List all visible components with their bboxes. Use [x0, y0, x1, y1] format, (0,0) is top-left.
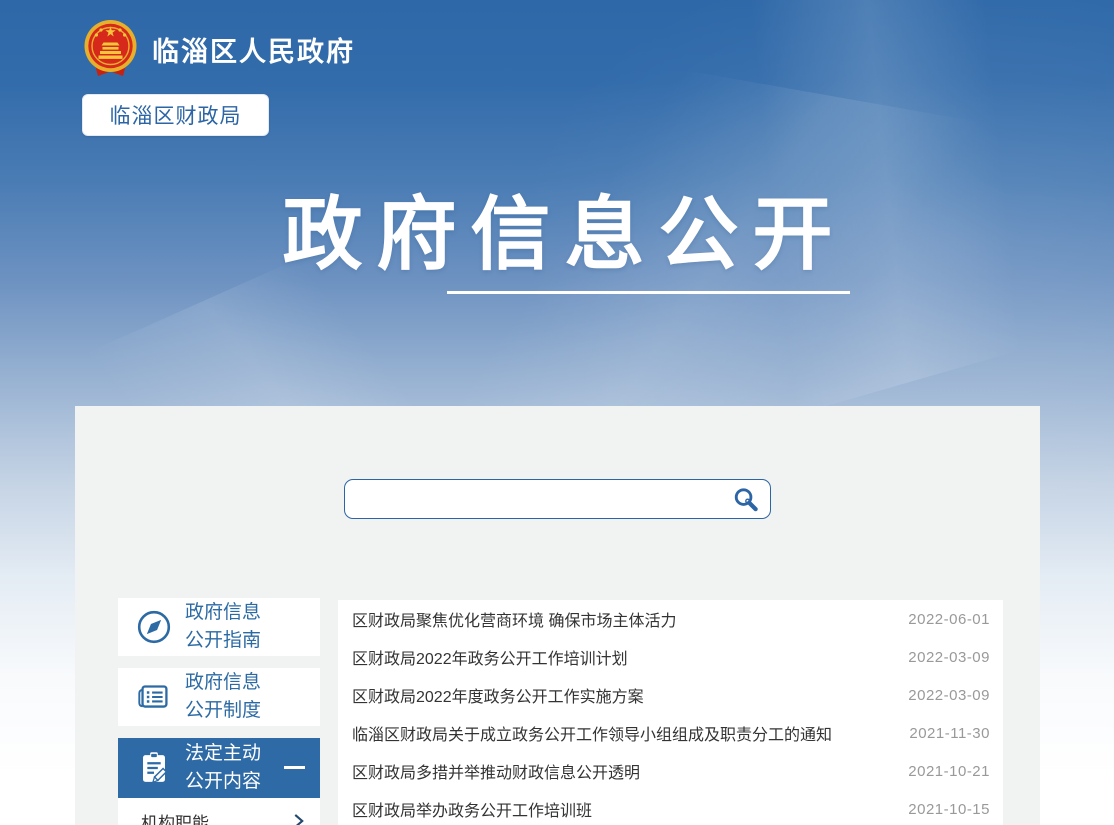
collapse-minus-icon[interactable]	[284, 766, 305, 769]
article-date: 2022-03-09	[908, 687, 990, 704]
sidebar-item-system[interactable]: 政府信息 公开制度	[118, 668, 320, 726]
search-input[interactable]	[359, 483, 728, 515]
title-underline	[447, 291, 850, 294]
article-title[interactable]: 临淄区财政局关于成立政务公开工作领导小组组成及职责分工的通知	[352, 721, 832, 745]
page: 临淄区人民政府 临淄区财政局 政府信息公开	[0, 0, 1114, 825]
sidebar-subitem-label: 机构职能	[141, 809, 209, 825]
sidebar-item-statutory-disclosure[interactable]: 法定主动 公开内容	[118, 738, 320, 798]
national-emblem-icon	[83, 19, 138, 79]
chevron-right-icon	[292, 812, 305, 825]
sidebar: 政府信息 公开指南 政府信息 公开制度	[118, 598, 320, 825]
article-date: 2021-11-30	[909, 725, 990, 742]
article-row[interactable]: 区财政局多措并举推动财政信息公开透明 2021-10-21	[338, 752, 1003, 790]
search-button[interactable]	[728, 483, 762, 515]
article-date: 2021-10-15	[908, 801, 990, 818]
sidebar-item-label: 政府信息 公开制度	[185, 669, 261, 726]
search-box[interactable]	[344, 479, 771, 519]
article-title[interactable]: 区财政局举办政务公开工作培训班	[352, 797, 592, 821]
document-list-icon	[131, 675, 177, 719]
search-icon	[732, 486, 759, 513]
article-row[interactable]: 区财政局2022年度政务公开工作实施方案 2022-03-09	[338, 676, 1003, 714]
sidebar-item-label: 政府信息 公开指南	[185, 599, 261, 656]
article-title[interactable]: 区财政局2022年政务公开工作培训计划	[352, 645, 628, 669]
clipboard-pencil-icon	[131, 746, 177, 790]
article-list: 区财政局聚焦优化营商环境 确保市场主体活力 2022-06-01 区财政局202…	[338, 600, 1003, 825]
article-title[interactable]: 区财政局2022年度政务公开工作实施方案	[352, 683, 644, 707]
sidebar-item-guide[interactable]: 政府信息 公开指南	[118, 598, 320, 656]
department-badge[interactable]: 临淄区财政局	[82, 94, 269, 136]
page-title: 政府信息公开	[75, 190, 1040, 280]
site-name: 临淄区人民政府	[152, 30, 355, 69]
content-panel: 政府信息 公开指南 政府信息 公开制度	[75, 406, 1040, 825]
article-date: 2022-03-09	[908, 649, 990, 666]
article-title[interactable]: 区财政局多措并举推动财政信息公开透明	[352, 759, 640, 783]
article-row[interactable]: 临淄区财政局关于成立政务公开工作领导小组组成及职责分工的通知 2021-11-3…	[338, 714, 1003, 752]
article-title[interactable]: 区财政局聚焦优化营商环境 确保市场主体活力	[352, 607, 676, 631]
article-row[interactable]: 区财政局举办政务公开工作培训班 2021-10-15	[338, 790, 1003, 825]
article-date: 2021-10-21	[908, 763, 990, 780]
article-row[interactable]: 区财政局聚焦优化营商环境 确保市场主体活力 2022-06-01	[338, 600, 1003, 638]
article-date: 2022-06-01	[908, 611, 990, 628]
article-row[interactable]: 区财政局2022年政务公开工作培训计划 2022-03-09	[338, 638, 1003, 676]
sidebar-subitem-org-functions[interactable]: 机构职能	[118, 798, 320, 825]
sidebar-item-label: 法定主动 公开内容	[185, 740, 261, 797]
compass-icon	[131, 605, 177, 649]
